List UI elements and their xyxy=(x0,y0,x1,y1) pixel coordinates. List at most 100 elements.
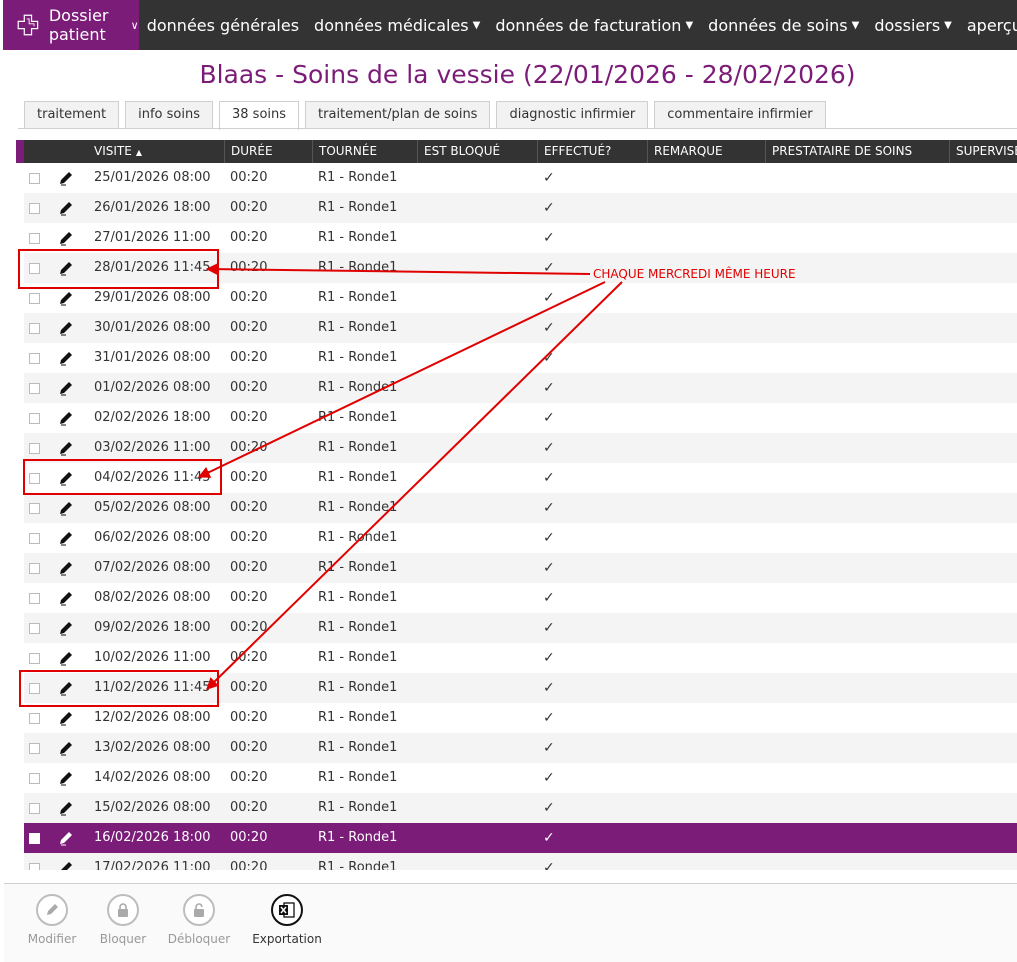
row-checkbox[interactable] xyxy=(29,473,40,484)
cell-tournee: R1 - Ronde1 xyxy=(318,260,398,275)
export-button[interactable]: Exportation xyxy=(250,894,324,946)
edit-pencil-icon[interactable] xyxy=(58,230,74,246)
table-row[interactable]: 08/02/2026 08:00 00:20 R1 - Ronde1 ✓ xyxy=(24,583,1017,613)
edit-pencil-icon[interactable] xyxy=(58,560,74,576)
table-row[interactable]: 10/02/2026 11:00 00:20 R1 - Ronde1 ✓ xyxy=(24,643,1017,673)
edit-pencil-icon[interactable] xyxy=(58,350,74,366)
edit-pencil-icon[interactable] xyxy=(58,800,74,816)
edit-pencil-icon[interactable] xyxy=(58,770,74,786)
table-row[interactable]: 27/01/2026 11:00 00:20 R1 - Ronde1 ✓ xyxy=(24,223,1017,253)
table-row[interactable]: 13/02/2026 08:00 00:20 R1 - Ronde1 ✓ xyxy=(24,733,1017,763)
row-checkbox[interactable] xyxy=(29,413,40,424)
col-header-prestataire[interactable]: PRESTATAIRE DE SOINS xyxy=(765,140,949,163)
row-checkbox[interactable] xyxy=(29,533,40,544)
row-checkbox[interactable] xyxy=(29,173,40,184)
table-row[interactable]: 17/02/2026 11:00 00:20 R1 - Ronde1 ✓ xyxy=(24,853,1017,870)
table-row[interactable]: 12/02/2026 08:00 00:20 R1 - Ronde1 ✓ xyxy=(24,703,1017,733)
row-checkbox[interactable] xyxy=(29,803,40,814)
edit-pencil-icon[interactable] xyxy=(58,590,74,606)
row-checkbox[interactable] xyxy=(29,833,40,844)
nav-item[interactable]: aperçu▼ xyxy=(959,16,1017,35)
edit-pencil-icon[interactable] xyxy=(58,530,74,546)
row-checkbox[interactable] xyxy=(29,863,40,870)
col-header-supervise[interactable]: SUPERVISE xyxy=(949,140,1017,163)
col-header-effectue[interactable]: EFFECTUÉ? xyxy=(537,140,647,163)
col-header-est-bloque[interactable]: EST BLOQUÉ xyxy=(417,140,537,163)
table-row[interactable]: 11/02/2026 11:45 00:20 R1 - Ronde1 ✓ xyxy=(24,673,1017,703)
row-checkbox[interactable] xyxy=(29,773,40,784)
nav-item[interactable]: données générales xyxy=(139,16,306,35)
col-header-visite[interactable]: VISITE ▲ xyxy=(88,140,224,163)
edit-pencil-icon[interactable] xyxy=(58,170,74,186)
tab[interactable]: traitement/plan de soins xyxy=(305,101,491,128)
edit-pencil-icon[interactable] xyxy=(58,200,74,216)
edit-pencil-icon[interactable] xyxy=(58,470,74,486)
table-row[interactable]: 15/02/2026 08:00 00:20 R1 - Ronde1 ✓ xyxy=(24,793,1017,823)
edit-pencil-icon[interactable] xyxy=(58,500,74,516)
tab[interactable]: 38 soins xyxy=(219,101,300,130)
row-checkbox[interactable] xyxy=(29,203,40,214)
edit-pencil-icon[interactable] xyxy=(58,410,74,426)
edit-pencil-icon[interactable] xyxy=(58,740,74,756)
table-row[interactable]: 31/01/2026 08:00 00:20 R1 - Ronde1 ✓ xyxy=(24,343,1017,373)
row-checkbox[interactable] xyxy=(29,383,40,394)
table-row[interactable]: 06/02/2026 08:00 00:20 R1 - Ronde1 ✓ xyxy=(24,523,1017,553)
row-checkbox[interactable] xyxy=(29,683,40,694)
row-checkbox[interactable] xyxy=(29,263,40,274)
row-checkbox[interactable] xyxy=(29,713,40,724)
row-checkbox[interactable] xyxy=(29,593,40,604)
row-checkbox[interactable] xyxy=(29,293,40,304)
table-row[interactable]: 25/01/2026 08:00 00:20 R1 - Ronde1 ✓ xyxy=(24,163,1017,193)
col-header-tournee[interactable]: TOURNÉE xyxy=(312,140,417,163)
nav-item[interactable]: données médicales ▼ xyxy=(306,16,487,35)
table-row[interactable]: 03/02/2026 11:00 00:20 R1 - Ronde1 ✓ xyxy=(24,433,1017,463)
row-checkbox[interactable] xyxy=(29,503,40,514)
lock-label: Bloquer xyxy=(99,932,147,946)
row-checkbox[interactable] xyxy=(29,623,40,634)
row-checkbox[interactable] xyxy=(29,743,40,754)
nav-item[interactable]: données de soins ▼ xyxy=(700,16,866,35)
edit-pencil-icon[interactable] xyxy=(58,680,74,696)
edit-pencil-icon[interactable] xyxy=(58,650,74,666)
table-row[interactable]: 09/02/2026 18:00 00:20 R1 - Ronde1 ✓ xyxy=(24,613,1017,643)
row-checkbox[interactable] xyxy=(29,443,40,454)
lock-button[interactable]: Bloquer xyxy=(98,894,148,946)
row-checkbox[interactable] xyxy=(29,563,40,574)
table-row[interactable]: 16/02/2026 18:00 00:20 R1 - Ronde1 ✓ xyxy=(24,823,1017,853)
table-row[interactable]: 07/02/2026 08:00 00:20 R1 - Ronde1 ✓ xyxy=(24,553,1017,583)
table-row[interactable]: 01/02/2026 08:00 00:20 R1 - Ronde1 ✓ xyxy=(24,373,1017,403)
header-accent xyxy=(16,140,24,163)
nav-item[interactable]: dossiers ▼ xyxy=(866,16,959,35)
table-row[interactable]: 04/02/2026 11:45 00:20 R1 - Ronde1 ✓ xyxy=(24,463,1017,493)
patient-dossier-menu[interactable]: Dossier patient ∨ xyxy=(3,0,139,50)
edit-pencil-icon[interactable] xyxy=(58,860,74,870)
table-row[interactable]: 02/02/2026 18:00 00:20 R1 - Ronde1 ✓ xyxy=(24,403,1017,433)
row-checkbox[interactable] xyxy=(29,323,40,334)
unlock-button[interactable]: Débloquer xyxy=(166,894,232,946)
tab[interactable]: diagnostic infirmier xyxy=(496,101,649,128)
col-header-remarque[interactable]: REMARQUE xyxy=(647,140,765,163)
edit-pencil-icon[interactable] xyxy=(58,260,74,276)
table-row[interactable]: 28/01/2026 11:45 00:20 R1 - Ronde1 ✓ xyxy=(24,253,1017,283)
nav-item[interactable]: données de facturation ▼ xyxy=(487,16,700,35)
tab[interactable]: traitement xyxy=(24,101,120,128)
edit-pencil-icon[interactable] xyxy=(58,830,74,846)
tab[interactable]: commentaire infirmier xyxy=(654,101,826,128)
edit-pencil-icon[interactable] xyxy=(58,440,74,456)
table-row[interactable]: 05/02/2026 08:00 00:20 R1 - Ronde1 ✓ xyxy=(24,493,1017,523)
table-row[interactable]: 29/01/2026 08:00 00:20 R1 - Ronde1 ✓ xyxy=(24,283,1017,313)
edit-pencil-icon[interactable] xyxy=(58,380,74,396)
edit-pencil-icon[interactable] xyxy=(58,710,74,726)
row-checkbox[interactable] xyxy=(29,353,40,364)
col-header-duree[interactable]: DURÉE xyxy=(224,140,312,163)
tab[interactable]: info soins xyxy=(125,101,213,128)
row-checkbox[interactable] xyxy=(29,653,40,664)
table-row[interactable]: 14/02/2026 08:00 00:20 R1 - Ronde1 ✓ xyxy=(24,763,1017,793)
row-checkbox[interactable] xyxy=(29,233,40,244)
modify-button[interactable]: Modifier xyxy=(26,894,78,946)
edit-pencil-icon[interactable] xyxy=(58,320,74,336)
edit-pencil-icon[interactable] xyxy=(58,620,74,636)
edit-pencil-icon[interactable] xyxy=(58,290,74,306)
table-row[interactable]: 30/01/2026 08:00 00:20 R1 - Ronde1 ✓ xyxy=(24,313,1017,343)
table-row[interactable]: 26/01/2026 18:00 00:20 R1 - Ronde1 ✓ xyxy=(24,193,1017,223)
